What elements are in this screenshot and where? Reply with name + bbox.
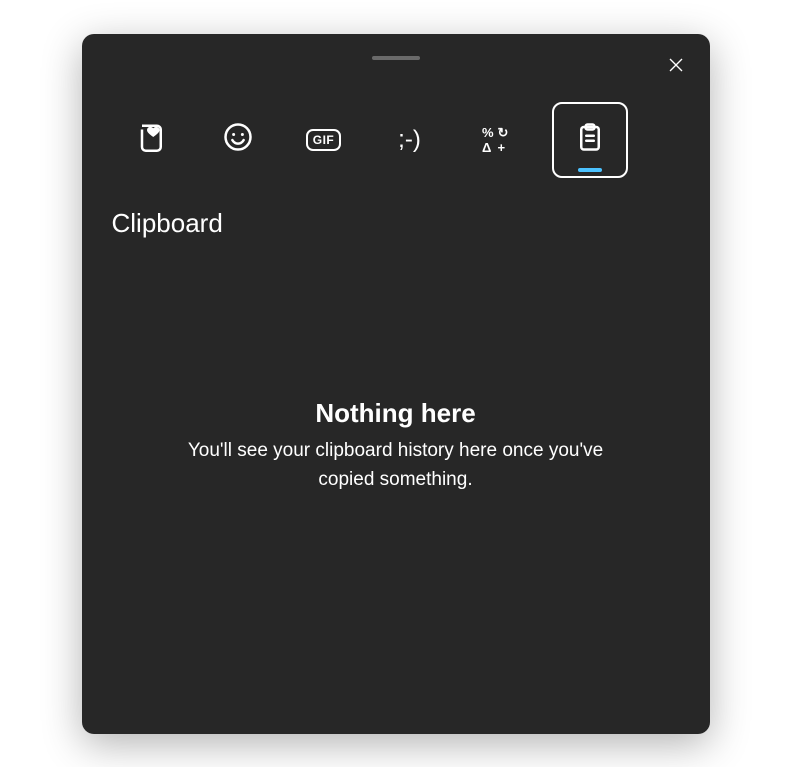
clipboard-icon (575, 122, 605, 157)
emoji-tab[interactable] (208, 110, 268, 170)
empty-title: Nothing here (315, 398, 475, 429)
symbol-plus: + (498, 141, 510, 154)
kaomoji-icon: ;-) (398, 126, 421, 154)
empty-description: You'll see your clipboard history here o… (162, 437, 630, 494)
gif-icon: GIF (306, 129, 342, 151)
emoji-icon (223, 122, 253, 157)
drag-handle[interactable] (372, 56, 420, 60)
close-button[interactable] (656, 48, 696, 88)
clipboard-tab[interactable] (552, 102, 628, 178)
symbol-percent: % (482, 126, 494, 139)
emoji-clipboard-panel: GIF ;-) % ↻ Δ + Clipboard (82, 34, 710, 734)
symbols-icon: % ↻ Δ + (482, 126, 509, 154)
kaomoji-tab[interactable]: ;-) (380, 110, 440, 170)
symbol-delta: Δ (482, 141, 494, 154)
symbols-tab[interactable]: % ↻ Δ + (466, 110, 526, 170)
recent-heart-icon (137, 122, 167, 157)
empty-state: Nothing here You'll see your clipboard h… (82, 239, 710, 734)
section-title: Clipboard (82, 178, 710, 239)
close-icon (667, 56, 685, 79)
recent-tab[interactable] (122, 110, 182, 170)
symbol-refresh: ↻ (498, 126, 510, 139)
gif-tab[interactable]: GIF (294, 110, 354, 170)
